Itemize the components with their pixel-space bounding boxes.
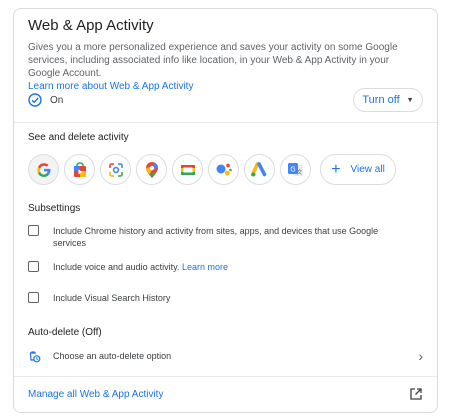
app-google-search[interactable]: [28, 154, 59, 185]
app-icons-row: G 文: [28, 154, 311, 185]
web-app-activity-card: Web & App Activity Gives you a more pers…: [13, 8, 438, 413]
status-row: On: [28, 93, 63, 107]
status-text: On: [50, 94, 64, 106]
lens-icon: [108, 162, 123, 177]
turn-off-label: Turn off: [362, 94, 400, 106]
view-all-label: View all: [350, 164, 385, 175]
visual-search-checkbox[interactable]: [28, 292, 39, 303]
plus-icon: +: [331, 160, 341, 178]
voice-learn-more-link[interactable]: Learn more: [182, 262, 228, 272]
app-google-play[interactable]: [64, 154, 95, 185]
turn-off-button[interactable]: Turn off ▼: [353, 88, 423, 112]
divider: [14, 122, 437, 123]
chevron-right-icon: ›: [418, 348, 423, 364]
learn-more-link[interactable]: Learn more about Web & App Activity: [28, 81, 193, 92]
visual-search-label: Include Visual Search History: [53, 293, 171, 303]
svg-text:文: 文: [296, 168, 302, 176]
visual-search-option: Include Visual Search History: [28, 292, 383, 304]
maps-pin-icon: [145, 161, 158, 178]
assistant-icon: [216, 163, 232, 175]
card-description: Gives you a more personalized experience…: [28, 41, 424, 93]
auto-delete-option[interactable]: Choose an auto-delete option ›: [28, 348, 423, 364]
translate-icon: G 文: [287, 162, 303, 176]
see-delete-label: See and delete activity: [28, 132, 129, 143]
voice-audio-text: Include voice and audio activity.: [53, 262, 180, 272]
chrome-history-checkbox[interactable]: [28, 225, 39, 236]
app-google-tv[interactable]: [172, 154, 203, 185]
footer-divider: [14, 376, 437, 377]
subsettings-label: Subsettings: [28, 203, 81, 214]
description-text: Gives you a more personalized experience…: [28, 42, 398, 79]
chrome-history-option: Include Chrome history and activity from…: [28, 225, 383, 249]
caret-down-icon: ▼: [406, 96, 414, 104]
auto-delete-option-text: Choose an auto-delete option: [53, 351, 172, 361]
voice-audio-checkbox[interactable]: [28, 261, 39, 272]
view-all-button[interactable]: + View all: [320, 154, 396, 185]
open-in-new-icon[interactable]: [409, 387, 423, 401]
google-g-icon: [36, 162, 50, 177]
chrome-history-label: Include Chrome history and activity from…: [53, 226, 379, 248]
app-google-maps[interactable]: [136, 154, 167, 185]
app-google-lens[interactable]: [100, 154, 131, 185]
auto-delete-icon: [29, 350, 41, 362]
tv-icon: [180, 164, 195, 175]
auto-delete-label: Auto-delete (Off): [28, 327, 102, 338]
app-google-ads[interactable]: [244, 154, 275, 185]
check-circle-icon: [28, 93, 42, 107]
ads-icon: [250, 161, 266, 176]
app-google-assistant[interactable]: [208, 154, 239, 185]
app-google-translate[interactable]: G 文: [280, 154, 311, 185]
play-store-icon: [73, 161, 86, 177]
card-title: Web & App Activity: [28, 17, 154, 34]
voice-audio-option: Include voice and audio activity. Learn …: [28, 261, 383, 273]
voice-audio-label: Include voice and audio activity. Learn …: [53, 261, 383, 273]
manage-activity-link[interactable]: Manage all Web & App Activity: [28, 389, 163, 400]
svg-text:G: G: [290, 165, 295, 173]
